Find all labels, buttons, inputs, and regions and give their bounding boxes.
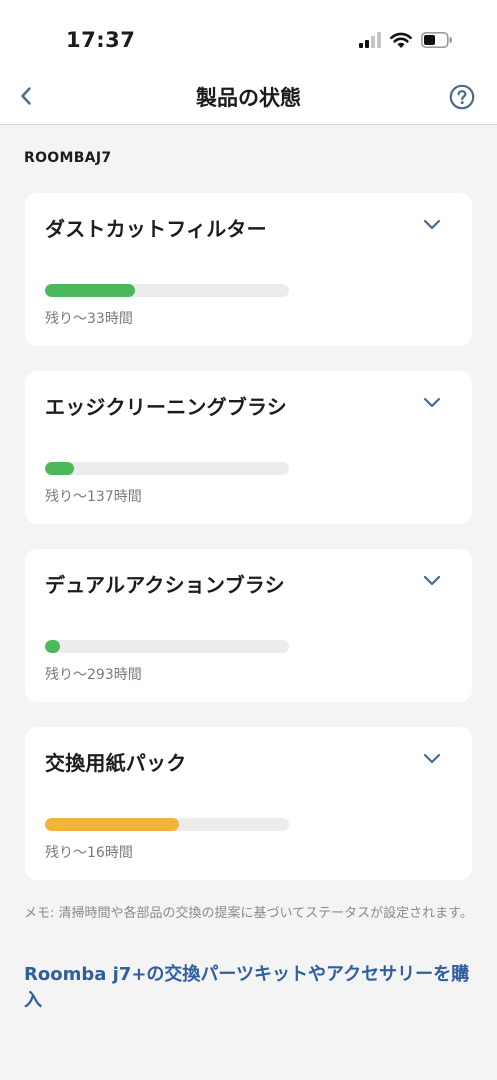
- remaining-time: 残り〜137時間: [45, 489, 142, 505]
- remaining-time: 残り〜16時間: [45, 845, 133, 861]
- buy-parts-link[interactable]: Roomba j7+の交換パーツキットやアクセサリーを購入: [24, 962, 474, 1014]
- remaining-time: 残り〜33時間: [45, 311, 133, 327]
- remaining-time: 残り〜293時間: [45, 667, 142, 683]
- life-progress-bar: [45, 462, 289, 475]
- chevron-down-icon[interactable]: [422, 395, 442, 409]
- part-name: 交換用紙パック: [45, 751, 187, 775]
- battery-icon: [421, 32, 452, 48]
- life-progress-bar: [45, 284, 289, 297]
- wifi-icon: [390, 32, 412, 48]
- chevron-down-icon[interactable]: [422, 751, 442, 765]
- part-card-paper-bag[interactable]: 交換用紙パック 残り〜16時間: [25, 727, 472, 880]
- chevron-down-icon[interactable]: [422, 573, 442, 587]
- part-name: ダストカットフィルター: [45, 217, 267, 241]
- part-card-dual-brush[interactable]: デュアルアクションブラシ 残り〜293時間: [25, 549, 472, 702]
- nav-bar: 製品の状態: [0, 70, 497, 125]
- part-card-dust-filter[interactable]: ダストカットフィルター 残り〜33時間: [25, 193, 472, 346]
- life-progress-bar: [45, 818, 289, 831]
- status-icons: [359, 30, 453, 50]
- status-note: メモ: 清掃時間や各部品の交換の提案に基づいてステータスが設定されます。: [24, 906, 473, 921]
- page-title: 製品の状態: [196, 86, 301, 110]
- life-progress-fill: [45, 462, 75, 475]
- cellular-signal-icon: [359, 32, 381, 48]
- product-name-label: ROOMBAJ7: [24, 150, 112, 166]
- life-progress-fill: [45, 640, 60, 653]
- part-card-edge-brush[interactable]: エッジクリーニングブラシ 残り〜137時間: [25, 371, 472, 524]
- question-circle-icon[interactable]: [449, 84, 475, 110]
- life-progress-fill: [45, 284, 136, 297]
- life-progress-fill: [45, 818, 180, 831]
- life-progress-bar: [45, 640, 289, 653]
- part-name: デュアルアクションブラシ: [45, 573, 285, 597]
- part-name: エッジクリーニングブラシ: [45, 395, 287, 419]
- chevron-down-icon[interactable]: [422, 217, 442, 231]
- status-bar: 17:37: [0, 0, 497, 70]
- status-time: 17:37: [66, 28, 136, 52]
